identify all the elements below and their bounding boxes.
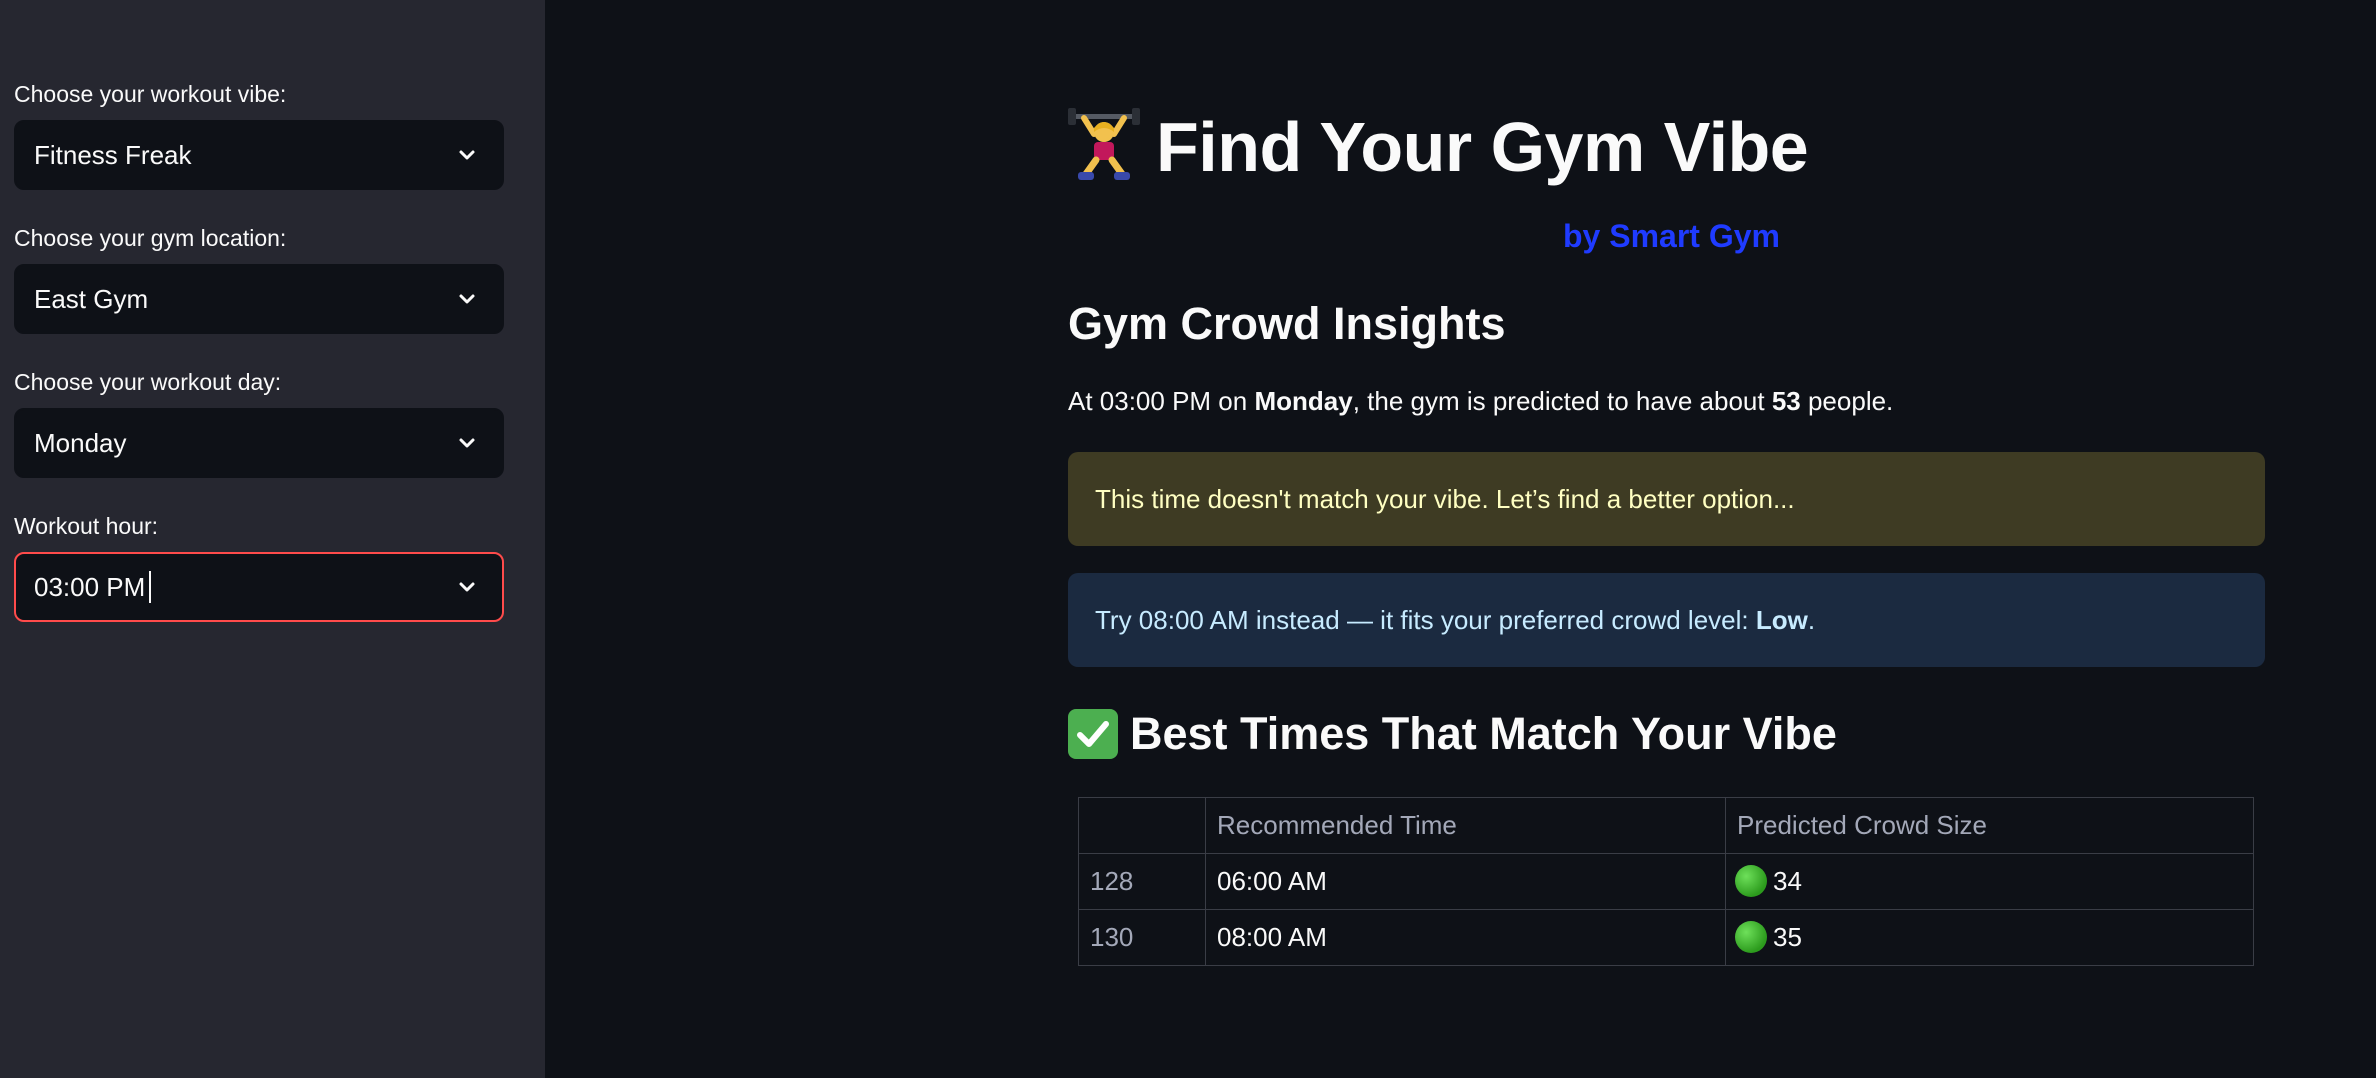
- warning-alert: This time doesn't match your vibe. Let’s…: [1068, 452, 2265, 546]
- info-prefix: Try 08:00 AM instead — it fits your pref…: [1095, 605, 1756, 635]
- location-field: Choose your gym location: East Gym: [14, 222, 504, 334]
- insight-text: At 03:00 PM on Monday, the gym is predic…: [1068, 386, 1893, 417]
- text-cursor: [149, 571, 152, 604]
- day-select[interactable]: Monday: [14, 408, 504, 478]
- insight-suffix: people.: [1800, 386, 1894, 416]
- day-select-value: Monday: [34, 428, 127, 458]
- section-title-best-times: Best Times That Match Your Vibe: [1130, 708, 1837, 759]
- row-time: 06:00 AM: [1205, 853, 1726, 910]
- app: Choose your workout vibe: Fitness Freak …: [0, 0, 2376, 1078]
- byline: by Smart Gym: [1563, 218, 1780, 254]
- hour-select-value: 03:00 PM: [34, 554, 152, 620]
- green-circle-icon: [1735, 865, 1767, 898]
- info-alert: Try 08:00 AM instead — it fits your pref…: [1068, 573, 2265, 667]
- main-area: Find Your Gym Vibe by Smart Gym Gym Crow…: [545, 0, 2376, 1078]
- column-header-recommended-time[interactable]: Recommended Time: [1205, 797, 1726, 854]
- page-title: Find Your Gym Vibe: [1156, 108, 1809, 186]
- vibe-select-value: Fitness Freak: [34, 140, 192, 170]
- row-crowd: 34: [1725, 853, 2254, 910]
- check-mark-icon: [1068, 709, 1118, 759]
- hour-select[interactable]: 03:00 PM: [14, 552, 504, 622]
- green-circle-icon: [1735, 921, 1767, 954]
- column-header-predicted-crowd[interactable]: Predicted Crowd Size: [1725, 797, 2254, 854]
- table-row: 128 06:00 AM 34: [1078, 853, 2254, 910]
- insight-day: Monday: [1254, 386, 1353, 416]
- warning-text: This time doesn't match your vibe. Let’s…: [1095, 484, 1795, 514]
- chevron-down-icon: [459, 438, 475, 448]
- table-header-row: Recommended Time Predicted Crowd Size: [1078, 797, 2254, 854]
- location-label: Choose your gym location:: [14, 225, 287, 251]
- chevron-down-icon: [459, 294, 475, 304]
- best-times-header: Best Times That Match Your Vibe: [1068, 702, 1837, 766]
- insight-prefix: At 03:00 PM on: [1068, 386, 1255, 416]
- insight-middle: , the gym is predicted to have about: [1352, 386, 1772, 416]
- row-crowd: 35: [1725, 909, 2254, 966]
- info-suffix: .: [1807, 605, 1816, 635]
- vibe-field: Choose your workout vibe: Fitness Freak: [14, 78, 504, 190]
- sidebar: Choose your workout vibe: Fitness Freak …: [0, 0, 545, 1078]
- column-header-index[interactable]: [1078, 797, 1206, 854]
- best-times-table: Recommended Time Predicted Crowd Size 12…: [1078, 797, 2254, 966]
- chevron-down-icon: [459, 582, 475, 592]
- info-level: Low: [1755, 605, 1808, 635]
- insight-count: 53: [1771, 386, 1801, 416]
- weightlifter-icon: [1068, 108, 1140, 180]
- hour-select-text: 03:00 PM: [34, 572, 146, 602]
- location-select[interactable]: East Gym: [14, 264, 504, 334]
- location-select-value: East Gym: [34, 284, 149, 314]
- day-field: Choose your workout day: Monday: [14, 366, 504, 478]
- section-title-insights: Gym Crowd Insights: [1068, 298, 1506, 349]
- hour-field: Workout hour: 03:00 PM: [14, 510, 504, 622]
- day-label: Choose your workout day:: [14, 369, 282, 395]
- chevron-down-icon: [459, 150, 475, 160]
- row-index: 130: [1078, 909, 1206, 966]
- row-crowd-value: 34: [1773, 865, 1802, 896]
- row-crowd-value: 35: [1773, 921, 1802, 952]
- hour-label: Workout hour:: [14, 513, 159, 539]
- vibe-select[interactable]: Fitness Freak: [14, 120, 504, 190]
- title-row: Find Your Gym Vibe: [1068, 102, 1809, 192]
- row-index: 128: [1078, 853, 1206, 910]
- vibe-label: Choose your workout vibe:: [14, 81, 287, 107]
- row-time: 08:00 AM: [1205, 909, 1726, 966]
- table-row: 130 08:00 AM 35: [1078, 909, 2254, 966]
